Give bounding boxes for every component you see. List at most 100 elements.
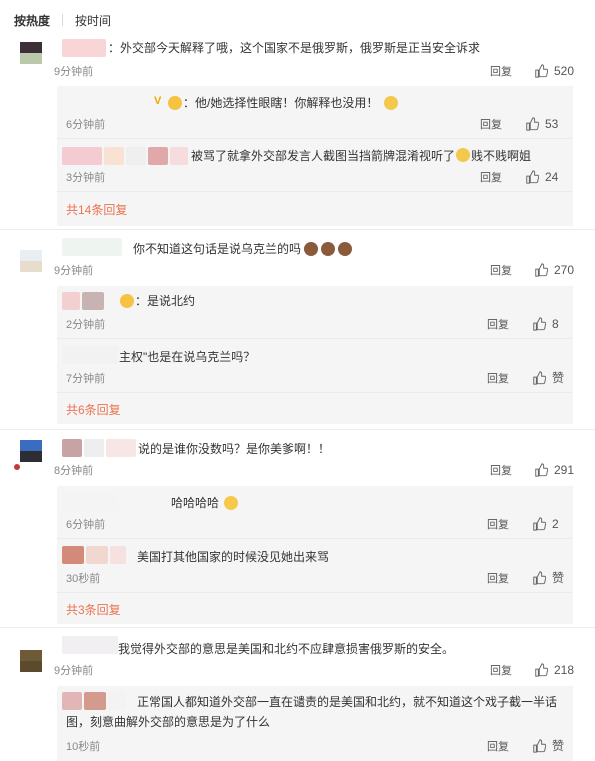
reply-text: ：他/她选择性眼瞎！你解释也没用！ — [183, 96, 379, 110]
like-button[interactable]: 270 — [534, 263, 574, 277]
reply-button[interactable]: 回复 — [487, 518, 509, 532]
reply-button[interactable]: 回复 — [480, 118, 502, 132]
username-blurred[interactable] — [62, 692, 82, 710]
reply-text-tail: 贱不贱啊姐 — [471, 149, 532, 163]
view-more-replies-link[interactable]: 共3条回复 — [66, 603, 121, 617]
thinking-face-icon — [456, 148, 470, 162]
tab-sort-by-time[interactable]: 按时间 — [75, 12, 111, 29]
like-label: 赞 — [552, 739, 565, 753]
comment-text: 你不知道这句话是说乌克兰的吗 — [133, 242, 302, 256]
like-count: 520 — [554, 64, 575, 78]
reply-button[interactable]: 回复 — [490, 264, 512, 278]
thumbs-up-icon — [533, 517, 546, 531]
like-count: 2 — [552, 517, 559, 531]
reply-button[interactable]: 回复 — [480, 171, 502, 185]
like-button[interactable]: 赞 — [532, 571, 564, 585]
decoration-dot — [14, 464, 20, 470]
face-icon — [384, 96, 398, 110]
thumbs-up-icon — [535, 463, 548, 477]
like-button[interactable]: 291 — [534, 463, 574, 477]
username-blurred[interactable] — [104, 147, 124, 165]
username-blurred[interactable] — [62, 346, 118, 364]
username-blurred[interactable] — [84, 692, 106, 710]
like-count: 53 — [545, 117, 559, 131]
reply-text: 主权"也是在说乌克兰吗？ — [119, 350, 256, 364]
reply-button[interactable]: 回复 — [487, 740, 509, 754]
reply-text: 哈哈哈哈 — [171, 496, 220, 510]
like-label: 赞 — [552, 371, 565, 385]
tab-sort-by-hot[interactable]: 按热度 — [14, 12, 50, 29]
reply-time: 6分钟前 — [66, 519, 106, 531]
reply-divider — [57, 592, 573, 593]
like-button[interactable]: 520 — [534, 64, 574, 78]
angry-face-icon — [120, 294, 134, 308]
laughing-face-icon — [224, 496, 238, 510]
like-button[interactable]: 53 — [525, 117, 558, 131]
reply-button[interactable]: 回复 — [490, 65, 512, 79]
username-blurred[interactable] — [62, 439, 82, 457]
view-more-replies-link[interactable]: 共6条回复 — [66, 403, 121, 417]
thumbs-up-icon — [533, 317, 546, 331]
username-blurred[interactable] — [62, 636, 118, 654]
avatar[interactable] — [20, 650, 42, 672]
reply-button[interactable]: 回复 — [487, 318, 509, 332]
comment-thread: 你不知道这句话是说乌克兰的吗 9分钟前 回复 270 ：是说北约 2分钟前 回复… — [0, 230, 595, 430]
comment-text: 我觉得外交部的意思是美国和北约不应肆意损害俄罗斯的安全。 — [118, 642, 455, 656]
thumbs-up-icon — [526, 170, 539, 184]
reply-button[interactable]: 回复 — [490, 464, 512, 478]
username-blurred[interactable] — [62, 492, 118, 510]
comment-time: 9分钟前 — [54, 66, 94, 78]
reply-divider — [57, 392, 573, 393]
view-more-replies-link[interactable]: 共14条回复 — [66, 203, 127, 217]
reply-text-continued: 图，刻意曲解外交部的意思是为了什么 — [66, 715, 271, 729]
like-button[interactable]: 2 — [532, 517, 559, 531]
reply-button[interactable]: 回复 — [487, 372, 509, 386]
tab-divider — [62, 14, 64, 26]
username-blurred[interactable] — [82, 292, 104, 310]
username-blurred[interactable] — [110, 546, 126, 564]
see-no-evil-monkey-icon — [321, 242, 335, 256]
comment-thread: 我觉得外交部的意思是美国和北约不应肆意损害俄罗斯的安全。 9分钟前 回复 218… — [0, 628, 595, 761]
username-blurred[interactable] — [62, 39, 106, 57]
reply-box: 哈哈哈哈 6分钟前 回复 2 美国打其他国家的时候没见她出来骂 30秒前 回复 … — [57, 486, 573, 624]
see-no-evil-monkey-icon — [304, 242, 318, 256]
username-blurred[interactable] — [84, 439, 104, 457]
reply-text: ：是说北约 — [135, 294, 196, 308]
comment-time: 9分钟前 — [54, 265, 94, 277]
username-blurred[interactable] — [86, 546, 108, 564]
like-button[interactable]: 赞 — [532, 739, 564, 753]
username-blurred[interactable] — [62, 147, 102, 165]
reply-text: 美国打其他国家的时候没见她出来骂 — [137, 550, 330, 564]
like-count: 24 — [545, 170, 559, 184]
avatar[interactable] — [20, 42, 42, 64]
reply-time: 7分钟前 — [66, 373, 106, 385]
reply-time: 3分钟前 — [66, 172, 106, 184]
sort-tabs: 按热度 按时间 — [14, 10, 111, 30]
username-blurred[interactable] — [62, 238, 122, 256]
username-blurred[interactable] — [62, 292, 80, 310]
username-blurred[interactable] — [126, 147, 146, 165]
reply-button[interactable]: 回复 — [490, 664, 512, 678]
username-blurred[interactable] — [148, 147, 168, 165]
username-blurred[interactable] — [62, 546, 84, 564]
like-button[interactable]: 8 — [532, 317, 559, 331]
avatar[interactable] — [20, 440, 42, 462]
comment-thread: 说的是谁你没数吗？是你美爹啊！！ 8分钟前 回复 291 哈哈哈哈 6分钟前 回… — [0, 430, 595, 628]
username-blurred[interactable] — [108, 692, 126, 710]
avatar[interactable] — [20, 250, 42, 272]
like-button[interactable]: 赞 — [532, 371, 564, 385]
reply-box: ：是说北约 2分钟前 回复 8 主权"也是在说乌克兰吗？ 7分钟前 回复 赞 共… — [57, 286, 573, 424]
reply-divider — [57, 191, 573, 192]
thumbs-up-icon — [535, 663, 548, 677]
thumbs-up-icon — [535, 64, 548, 78]
like-button[interactable]: 218 — [534, 663, 574, 677]
thumbs-up-icon — [535, 263, 548, 277]
reply-box: 正常国人都知道外交部一直在谴责的是美国和北约，就不知道这个戏子截一半话 图，刻意… — [57, 686, 573, 761]
username-blurred[interactable] — [106, 439, 136, 457]
comment-thread: ：外交部今天解释了哦，这个国家不是俄罗斯，俄罗斯是正当安全诉求 9分钟前 回复 … — [0, 34, 595, 230]
username-blurred[interactable] — [170, 147, 188, 165]
reply-button[interactable]: 回复 — [487, 572, 509, 586]
like-button[interactable]: 24 — [525, 170, 558, 184]
like-count: 291 — [554, 463, 575, 477]
thumbs-up-icon — [533, 371, 546, 385]
